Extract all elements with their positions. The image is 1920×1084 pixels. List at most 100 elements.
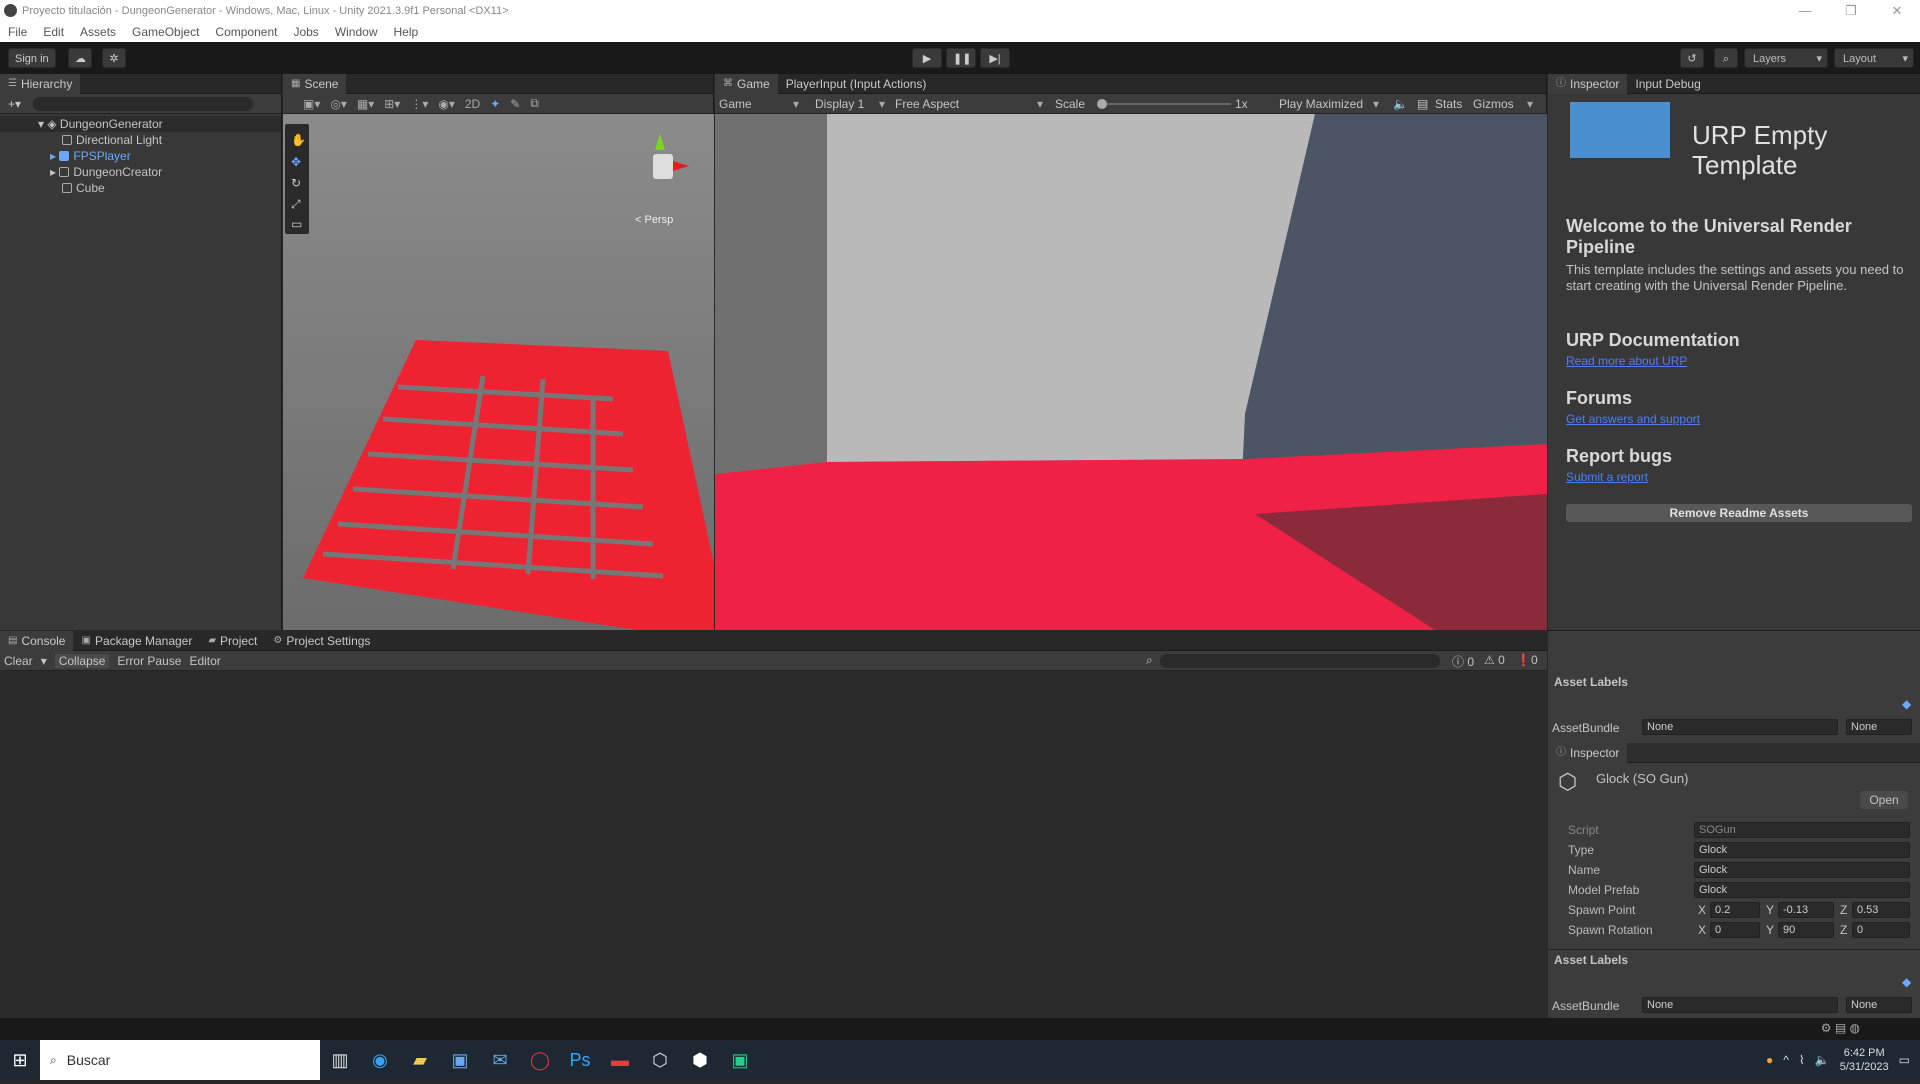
- taskbar-search[interactable]: ⌕ Buscar: [40, 1040, 320, 1080]
- spawn-rotation-x[interactable]: 0: [1710, 922, 1760, 938]
- spawn-point-x[interactable]: 0.2: [1710, 902, 1760, 918]
- tab-input-debug[interactable]: Input Debug: [1627, 74, 1708, 94]
- console-search-input[interactable]: [1160, 654, 1440, 668]
- link-read-more[interactable]: Read more about URP: [1566, 354, 1687, 368]
- remove-readme-button[interactable]: Remove Readme Assets: [1566, 504, 1912, 522]
- link-submit-report[interactable]: Submit a report: [1566, 470, 1648, 484]
- spawn-point-y[interactable]: -0.13: [1778, 902, 1834, 918]
- editor-dropdown[interactable]: Editor: [189, 654, 220, 668]
- windows-start-icon[interactable]: ⊞: [0, 1036, 40, 1084]
- assetbundle-variant-dropdown-2[interactable]: None: [1846, 997, 1912, 1013]
- collapse-button[interactable]: Collapse: [54, 653, 110, 668]
- hierarchy-item-dungeoncreator[interactable]: ▸ DungeonCreator: [0, 164, 281, 180]
- warning-count[interactable]: ⚠ 0: [1484, 653, 1505, 667]
- sign-in-button[interactable]: Sign in: [8, 48, 56, 68]
- pause-button[interactable]: ❚❚: [946, 48, 976, 68]
- minimize-button[interactable]: —: [1782, 0, 1828, 22]
- tray-chevron-up-icon[interactable]: ^: [1783, 1053, 1789, 1067]
- projection-label[interactable]: < Persp: [635, 214, 673, 226]
- tag-icon[interactable]: ◆: [1902, 975, 1911, 989]
- scale-slider[interactable]: [1101, 103, 1231, 105]
- visibility-icon[interactable]: ◉▾: [438, 97, 455, 111]
- spawn-rotation-y[interactable]: 90: [1778, 922, 1834, 938]
- tab-package-manager[interactable]: ▣ Package Manager: [73, 631, 200, 651]
- volume-icon[interactable]: 🔈: [1815, 1053, 1830, 1067]
- play-mode-dropdown[interactable]: Play Maximized: [1279, 97, 1363, 111]
- grid-snap-icon[interactable]: ▦▾: [357, 97, 374, 111]
- assetbundle-dropdown[interactable]: None: [1642, 719, 1838, 735]
- hierarchy-item-cube[interactable]: Cube: [0, 180, 281, 196]
- game-viewport[interactable]: [715, 114, 1547, 630]
- increment-icon[interactable]: ⋮▾: [410, 97, 428, 111]
- tab-playerinput[interactable]: PlayerInput (Input Actions): [778, 74, 935, 94]
- tab-game[interactable]: ⌘ Game: [715, 73, 778, 94]
- audio-icon[interactable]: ✎: [510, 97, 520, 111]
- store-icon[interactable]: ▣: [440, 1036, 480, 1084]
- task-view-icon[interactable]: ▥: [320, 1036, 360, 1084]
- menu-gameobject[interactable]: GameObject: [124, 22, 207, 42]
- mute-audio-icon[interactable]: 🔈: [1393, 97, 1408, 111]
- menu-window[interactable]: Window: [327, 22, 386, 42]
- collab-icon[interactable]: ✲: [102, 48, 126, 68]
- stats-button[interactable]: Stats: [1435, 97, 1462, 111]
- spawn-rotation-z[interactable]: 0: [1852, 922, 1910, 938]
- display-dropdown[interactable]: Display 1: [815, 97, 864, 111]
- scene-viewport[interactable]: ✋ ✥ ↻ ⤢ ▭ < Persp: [283, 114, 714, 642]
- error-pause-button[interactable]: Error Pause: [117, 654, 181, 668]
- hierarchy-root[interactable]: ▾ ◈ DungeonGenerator: [0, 116, 281, 132]
- unity-hub-icon[interactable]: ⬡: [640, 1036, 680, 1084]
- open-button[interactable]: Open: [1860, 791, 1908, 809]
- edge-icon[interactable]: ◉: [360, 1036, 400, 1084]
- aspect-dropdown[interactable]: Free Aspect: [895, 97, 959, 111]
- assetbundle-dropdown-2[interactable]: None: [1642, 997, 1838, 1013]
- name-input[interactable]: Glock: [1694, 862, 1910, 878]
- file-explorer-icon[interactable]: ▰: [400, 1036, 440, 1084]
- toggle-2d-button[interactable]: 2D: [465, 97, 480, 111]
- draw-mode-icon[interactable]: ▣▾: [303, 97, 320, 111]
- type-dropdown[interactable]: Glock: [1694, 842, 1910, 858]
- clear-button[interactable]: Clear: [4, 654, 33, 668]
- scale-slider-handle[interactable]: [1097, 99, 1107, 109]
- clock[interactable]: 6:42 PM 5/31/2023: [1840, 1046, 1889, 1074]
- hierarchy-item-fpsplayer[interactable]: ▸ FPSPlayer: [0, 148, 281, 164]
- error-count[interactable]: ❗0: [1516, 653, 1538, 667]
- layout-dropdown[interactable]: Layout: [1834, 48, 1914, 69]
- add-icon[interactable]: +▾: [8, 97, 21, 111]
- log-count[interactable]: ⓘ 0: [1452, 653, 1474, 670]
- step-button[interactable]: ▶|: [980, 48, 1010, 68]
- effects-icon[interactable]: ⧉: [530, 96, 539, 111]
- search-icon[interactable]: ⌕: [1714, 48, 1738, 68]
- menu-file[interactable]: File: [0, 22, 35, 42]
- tab-hierarchy[interactable]: ☰ Hierarchy: [0, 73, 81, 94]
- shading-icon[interactable]: ◎▾: [330, 97, 347, 111]
- menu-component[interactable]: Component: [207, 22, 285, 42]
- tab-project-settings[interactable]: ⚙ Project Settings: [265, 631, 378, 651]
- menu-edit[interactable]: Edit: [35, 22, 72, 42]
- play-button[interactable]: ▶: [912, 48, 942, 68]
- game-mode-dropdown[interactable]: Game: [719, 97, 752, 111]
- hierarchy-item-directional-light[interactable]: Directional Light: [0, 132, 281, 148]
- gizmos-button[interactable]: Gizmos: [1473, 97, 1514, 111]
- model-prefab-field[interactable]: Glock: [1694, 882, 1910, 898]
- tag-icon[interactable]: ◆: [1902, 697, 1911, 711]
- app-icon[interactable]: ▬: [600, 1036, 640, 1084]
- mail-icon[interactable]: ✉: [480, 1036, 520, 1084]
- unity-icon[interactable]: ⬢: [680, 1036, 720, 1084]
- app-green-icon[interactable]: ▣: [720, 1036, 760, 1084]
- maximize-button[interactable]: ❐: [1828, 0, 1874, 22]
- tab-project[interactable]: ▰ Project: [200, 631, 265, 651]
- tray-app-icon[interactable]: ●: [1766, 1053, 1773, 1067]
- notification-icon[interactable]: ▭: [1899, 1053, 1910, 1067]
- tab-inspector[interactable]: ⓘ Inspector: [1548, 73, 1628, 94]
- menu-jobs[interactable]: Jobs: [285, 22, 326, 42]
- link-get-answers[interactable]: Get answers and support: [1566, 412, 1700, 426]
- tab-scene[interactable]: ▦ Scene: [283, 73, 347, 94]
- photoshop-icon[interactable]: Ps: [560, 1036, 600, 1084]
- layers-dropdown[interactable]: Layers: [1744, 48, 1828, 69]
- hierarchy-search-input[interactable]: [33, 96, 254, 111]
- tab-inspector-2[interactable]: ⓘ Inspector: [1548, 742, 1628, 763]
- cloud-icon[interactable]: ☁: [68, 48, 92, 68]
- snap-icon[interactable]: ⊞▾: [384, 97, 400, 111]
- menu-assets[interactable]: Assets: [72, 22, 124, 42]
- display-stats-icon[interactable]: ▤: [1417, 97, 1428, 111]
